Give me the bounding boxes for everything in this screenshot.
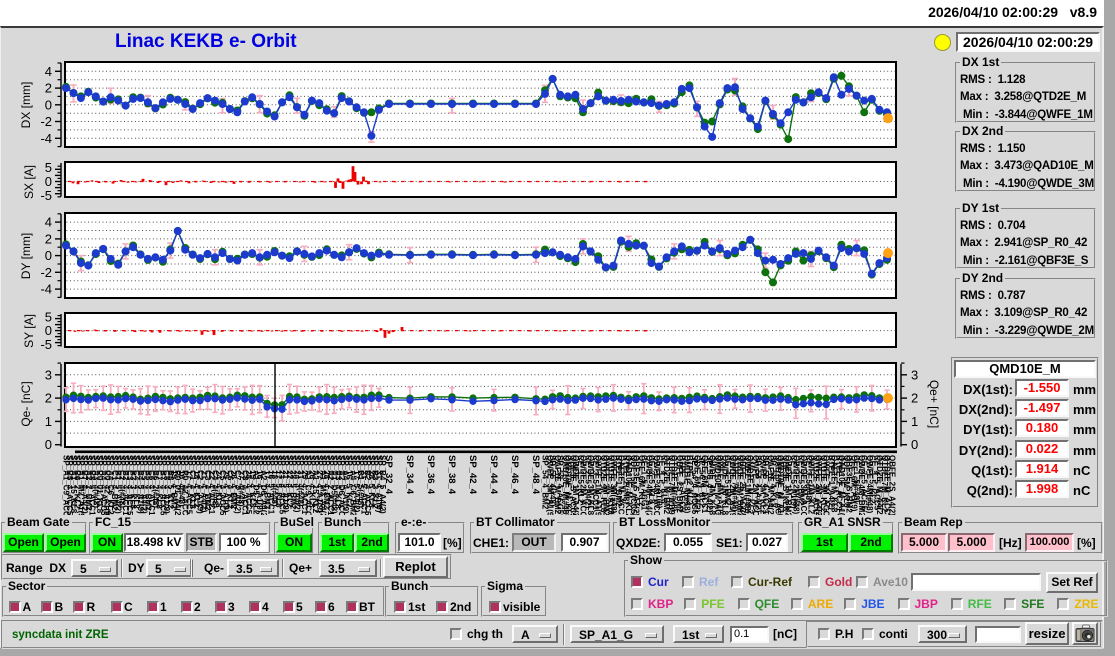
svg-text:Qe+ [nC]: Qe+ [nC] xyxy=(927,380,941,428)
svg-text:SP_42_4: SP_42_4 xyxy=(467,455,478,495)
svg-text:QBFE_2S_A4(2): QBFE_2S_A4(2) xyxy=(888,455,897,515)
svg-text:DY [mm]: DY [mm] xyxy=(19,233,33,279)
svg-text:SY [A]: SY [A] xyxy=(22,314,36,348)
svg-text:4: 4 xyxy=(45,215,52,230)
svg-text:SP_46_4: SP_46_4 xyxy=(509,455,520,495)
svg-text:SP_48_4: SP_48_4 xyxy=(530,455,541,495)
svg-text:0: 0 xyxy=(45,248,52,263)
svg-text:0: 0 xyxy=(45,437,52,452)
svg-text:-5: -5 xyxy=(40,337,52,352)
svg-text:Qe- [nC]: Qe- [nC] xyxy=(19,381,33,426)
svg-text:3: 3 xyxy=(45,367,52,382)
svg-text:-4: -4 xyxy=(40,282,52,297)
svg-text:0: 0 xyxy=(911,437,918,452)
svg-text:SP_36_4: SP_36_4 xyxy=(425,455,436,495)
svg-text:2: 2 xyxy=(911,391,918,406)
svg-text:SP_44_4: SP_44_4 xyxy=(488,455,499,495)
svg-text:-2: -2 xyxy=(40,265,52,280)
svg-text:2: 2 xyxy=(45,391,52,406)
svg-text:2: 2 xyxy=(45,81,52,96)
svg-text:5: 5 xyxy=(45,309,52,324)
svg-text:5: 5 xyxy=(45,160,52,175)
svg-text:SP_34_4: SP_34_4 xyxy=(404,455,415,495)
svg-text:1: 1 xyxy=(911,414,918,429)
svg-text:1: 1 xyxy=(45,414,52,429)
svg-text:0: 0 xyxy=(45,174,52,189)
svg-text:2: 2 xyxy=(45,231,52,246)
svg-text:SP_32_4: SP_32_4 xyxy=(383,455,394,495)
svg-text:0: 0 xyxy=(45,97,52,112)
svg-text:SX [A]: SX [A] xyxy=(22,165,36,199)
svg-text:0: 0 xyxy=(45,323,52,338)
svg-text:DX [mm]: DX [mm] xyxy=(19,82,33,129)
svg-text:-5: -5 xyxy=(40,188,52,203)
svg-text:3: 3 xyxy=(911,367,918,382)
svg-text:4: 4 xyxy=(45,64,52,79)
svg-text:SP_38_4: SP_38_4 xyxy=(446,455,457,495)
svg-text:-2: -2 xyxy=(40,114,52,129)
svg-text:-4: -4 xyxy=(40,131,52,146)
